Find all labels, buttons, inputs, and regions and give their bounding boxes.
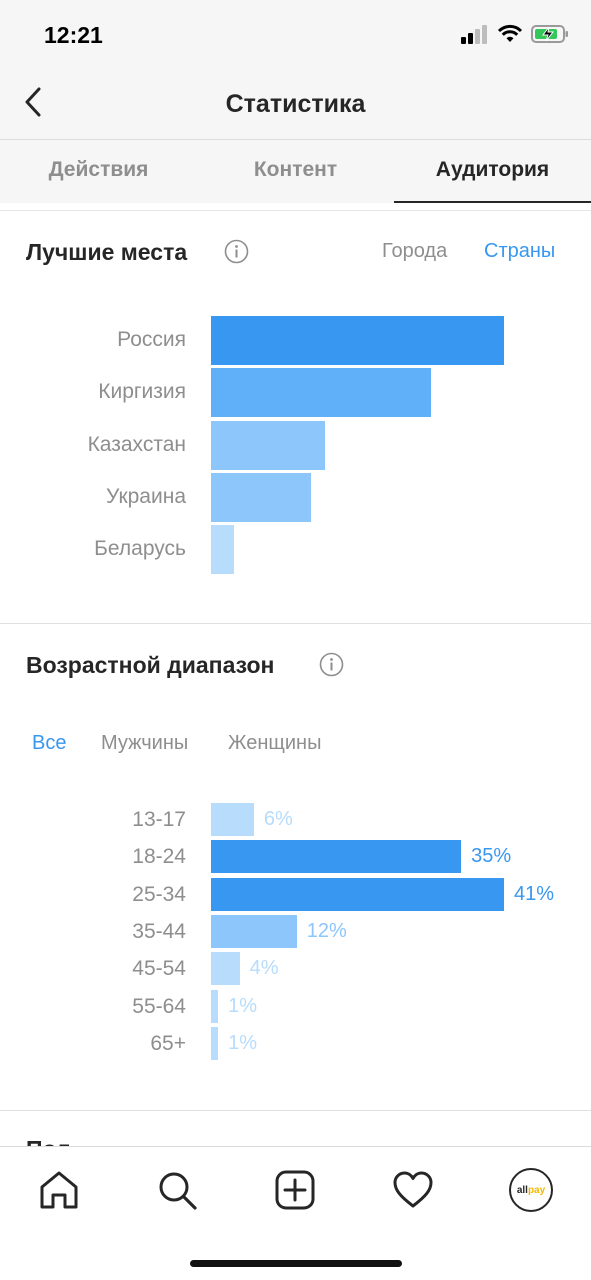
profile-avatar[interactable]: all pay bbox=[509, 1168, 553, 1212]
age-bar bbox=[211, 877, 504, 911]
country-label: Беларусь bbox=[94, 537, 186, 561]
age-label: 18-24 bbox=[132, 845, 186, 869]
avatar-text-b: pay bbox=[527, 1184, 546, 1196]
tab-content[interactable]: Контент bbox=[197, 140, 394, 203]
country-bar bbox=[211, 472, 311, 522]
navigation-bar: Статистика bbox=[0, 70, 591, 140]
status-time: 12:21 bbox=[44, 22, 103, 48]
country-bar bbox=[211, 316, 504, 365]
age-label: 65+ bbox=[150, 1031, 186, 1055]
tab-bar: Действия Контент Аудитория bbox=[0, 140, 591, 203]
cities-toggle[interactable]: Города bbox=[382, 240, 447, 263]
age-label: 35-44 bbox=[132, 919, 186, 943]
age-percent-label: 12% bbox=[306, 919, 347, 942]
heart-icon[interactable] bbox=[392, 1169, 434, 1211]
section-divider bbox=[0, 623, 591, 624]
country-bar bbox=[211, 368, 431, 418]
add-post-icon[interactable] bbox=[274, 1169, 316, 1211]
tabs-divider bbox=[0, 203, 591, 211]
age-percent-label: 35% bbox=[471, 845, 512, 868]
country-bar bbox=[211, 420, 326, 470]
home-icon[interactable] bbox=[38, 1169, 80, 1211]
country-label: Казахстан bbox=[87, 432, 186, 456]
filter-men[interactable]: Мужчины bbox=[101, 732, 188, 755]
country-label: Украина bbox=[106, 484, 186, 508]
info-icon[interactable] bbox=[319, 652, 344, 677]
age-bar bbox=[211, 914, 297, 948]
battery-charging-icon bbox=[531, 25, 568, 43]
country-label: Киргизия bbox=[98, 380, 186, 404]
status-bar: 12:21 bbox=[0, 0, 591, 70]
country-label: Россия bbox=[117, 328, 186, 351]
age-bar bbox=[211, 989, 219, 1023]
age-label: 13-17 bbox=[132, 808, 186, 831]
age-bar bbox=[211, 952, 240, 986]
countries-toggle[interactable]: Страны bbox=[484, 240, 555, 263]
filter-all[interactable]: Все bbox=[32, 732, 66, 755]
avatar-text-a: all bbox=[516, 1184, 528, 1196]
age-percent-label: 1% bbox=[228, 994, 258, 1017]
age-percent-label: 6% bbox=[263, 808, 293, 830]
age-label: 55-64 bbox=[132, 994, 186, 1018]
age-label: 45-54 bbox=[132, 957, 186, 981]
filter-women[interactable]: Женщины bbox=[228, 732, 321, 755]
home-indicator bbox=[190, 1260, 402, 1267]
search-icon[interactable] bbox=[156, 1169, 198, 1211]
age-bar bbox=[211, 1026, 219, 1060]
country-bar bbox=[211, 525, 235, 575]
age-percent-label: 1% bbox=[228, 1031, 258, 1054]
age-bar bbox=[211, 803, 254, 836]
cellular-signal-icon bbox=[461, 25, 487, 44]
age-range-title: Возрастной диапазон bbox=[26, 652, 275, 678]
age-label: 25-34 bbox=[132, 882, 186, 906]
age-percent-label: 41% bbox=[514, 882, 555, 905]
page-title: Статистика bbox=[225, 90, 366, 118]
tab-audience[interactable]: Аудитория bbox=[394, 140, 591, 203]
age-percent-label: 4% bbox=[249, 957, 279, 980]
age-bar bbox=[211, 840, 462, 874]
top-places-title: Лучшие места bbox=[26, 239, 188, 265]
section-divider bbox=[0, 1110, 591, 1111]
wifi-icon bbox=[497, 24, 523, 42]
info-icon[interactable] bbox=[224, 239, 249, 264]
tab-actions[interactable]: Действия bbox=[0, 140, 197, 203]
status-icons bbox=[461, 24, 569, 44]
